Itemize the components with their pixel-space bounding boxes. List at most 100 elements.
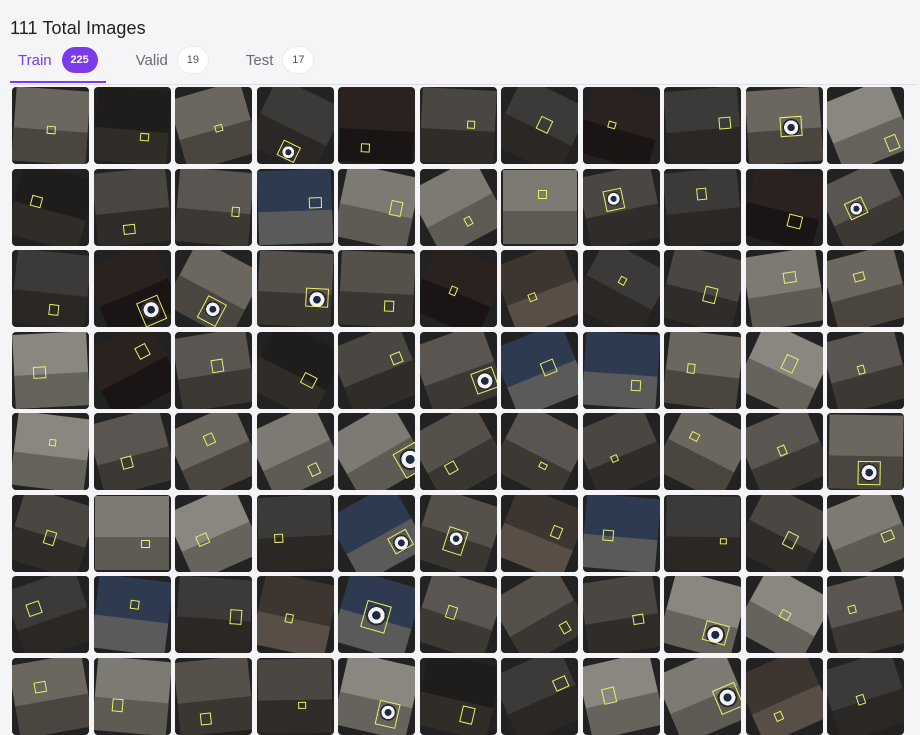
image-thumbnail[interactable] [12, 413, 89, 490]
image-thumbnail[interactable] [256, 494, 334, 572]
image-thumbnail[interactable] [175, 87, 252, 164]
image-thumbnail[interactable] [256, 657, 334, 735]
image-thumbnail[interactable] [664, 413, 741, 490]
image-thumbnail[interactable] [745, 494, 823, 572]
image-thumbnail[interactable] [582, 576, 660, 653]
image-scene [582, 331, 660, 409]
image-thumbnail[interactable] [745, 331, 823, 409]
image-thumbnail[interactable] [419, 250, 497, 327]
image-thumbnail[interactable] [827, 657, 904, 735]
image-floor [585, 612, 660, 653]
image-thumbnail[interactable] [175, 657, 252, 735]
image-thumbnail[interactable] [419, 657, 497, 735]
image-thumbnail[interactable] [501, 576, 578, 653]
image-thumbnail[interactable] [501, 331, 578, 409]
image-thumbnail[interactable] [93, 331, 171, 409]
image-thumbnail[interactable] [12, 168, 89, 246]
image-thumbnail[interactable] [12, 576, 89, 653]
tab-valid[interactable]: Valid 19 [128, 44, 208, 76]
image-thumbnail[interactable] [827, 87, 904, 164]
image-thumbnail[interactable] [12, 331, 89, 409]
image-thumbnail[interactable] [827, 413, 904, 490]
image-thumbnail[interactable] [745, 576, 823, 653]
image-thumbnail[interactable] [93, 87, 171, 164]
image-thumbnail[interactable] [256, 168, 334, 246]
image-thumbnail[interactable] [338, 250, 415, 327]
image-thumbnail[interactable] [501, 494, 578, 572]
image-thumbnail[interactable] [175, 494, 252, 572]
image-thumbnail[interactable] [93, 576, 171, 653]
image-thumbnail[interactable] [501, 657, 578, 735]
image-thumbnail[interactable] [256, 250, 334, 327]
image-thumbnail[interactable] [827, 576, 904, 653]
image-thumbnail[interactable] [12, 250, 89, 327]
image-thumbnail[interactable] [745, 87, 823, 164]
image-thumbnail[interactable] [256, 331, 334, 409]
image-thumbnail[interactable] [501, 413, 578, 490]
image-thumbnail[interactable] [175, 250, 252, 327]
image-floor [258, 534, 334, 572]
image-thumbnail[interactable] [664, 168, 741, 246]
image-thumbnail[interactable] [419, 168, 497, 246]
image-thumbnail[interactable] [582, 87, 660, 164]
image-thumbnail[interactable] [338, 168, 415, 246]
image-thumbnail[interactable] [664, 331, 741, 409]
image-floor [582, 371, 658, 409]
image-thumbnail[interactable] [93, 657, 171, 735]
image-thumbnail[interactable] [827, 494, 904, 572]
image-thumbnail[interactable] [256, 87, 334, 164]
image-thumbnail[interactable] [582, 250, 660, 327]
image-thumbnail[interactable] [93, 168, 171, 246]
image-scene [827, 168, 904, 246]
image-thumbnail[interactable] [12, 87, 89, 164]
image-thumbnail[interactable] [175, 168, 252, 246]
image-thumbnail[interactable] [12, 494, 89, 572]
image-thumbnail[interactable] [93, 250, 171, 327]
image-thumbnail[interactable] [338, 657, 415, 735]
image-thumbnail[interactable] [256, 413, 334, 490]
image-thumbnail[interactable] [419, 331, 497, 409]
image-thumbnail[interactable] [338, 413, 415, 490]
image-thumbnail[interactable] [501, 168, 578, 246]
image-thumbnail[interactable] [175, 576, 252, 653]
image-thumbnail[interactable] [419, 413, 497, 490]
image-thumbnail[interactable] [419, 494, 497, 572]
image-thumbnail[interactable] [745, 250, 823, 327]
image-thumbnail[interactable] [745, 657, 823, 735]
image-thumbnail[interactable] [501, 250, 578, 327]
image-thumbnail[interactable] [827, 250, 904, 327]
image-thumbnail[interactable] [338, 87, 415, 164]
image-thumbnail[interactable] [664, 576, 741, 653]
image-thumbnail[interactable] [338, 576, 415, 653]
image-thumbnail[interactable] [419, 87, 497, 164]
image-scene [664, 495, 741, 571]
image-thumbnail[interactable] [12, 657, 89, 735]
image-thumbnail[interactable] [582, 494, 660, 572]
image-thumbnail[interactable] [175, 331, 252, 409]
image-thumbnail[interactable] [582, 331, 660, 409]
image-thumbnail[interactable] [419, 576, 497, 653]
image-thumbnail[interactable] [338, 331, 415, 409]
image-thumbnail[interactable] [93, 494, 171, 572]
image-floor [93, 125, 169, 164]
image-thumbnail[interactable] [664, 250, 741, 327]
image-thumbnail[interactable] [745, 413, 823, 490]
image-thumbnail[interactable] [501, 87, 578, 164]
image-thumbnail[interactable] [175, 413, 252, 490]
image-thumbnail[interactable] [582, 657, 660, 735]
image-thumbnail[interactable] [256, 576, 334, 653]
image-thumbnail[interactable] [582, 413, 660, 490]
image-thumbnail[interactable] [664, 494, 741, 572]
image-thumbnail[interactable] [827, 168, 904, 246]
image-thumbnail[interactable] [582, 168, 660, 246]
tab-test[interactable]: Test 17 [238, 44, 314, 76]
tab-train[interactable]: Train 225 [10, 44, 106, 83]
image-thumbnail[interactable] [664, 87, 741, 164]
image-thumbnail[interactable] [664, 657, 741, 735]
image-floor [93, 696, 169, 735]
image-floor [664, 536, 740, 571]
image-thumbnail[interactable] [827, 331, 904, 409]
image-thumbnail[interactable] [745, 168, 823, 246]
image-thumbnail[interactable] [338, 494, 415, 572]
image-thumbnail[interactable] [93, 413, 171, 490]
